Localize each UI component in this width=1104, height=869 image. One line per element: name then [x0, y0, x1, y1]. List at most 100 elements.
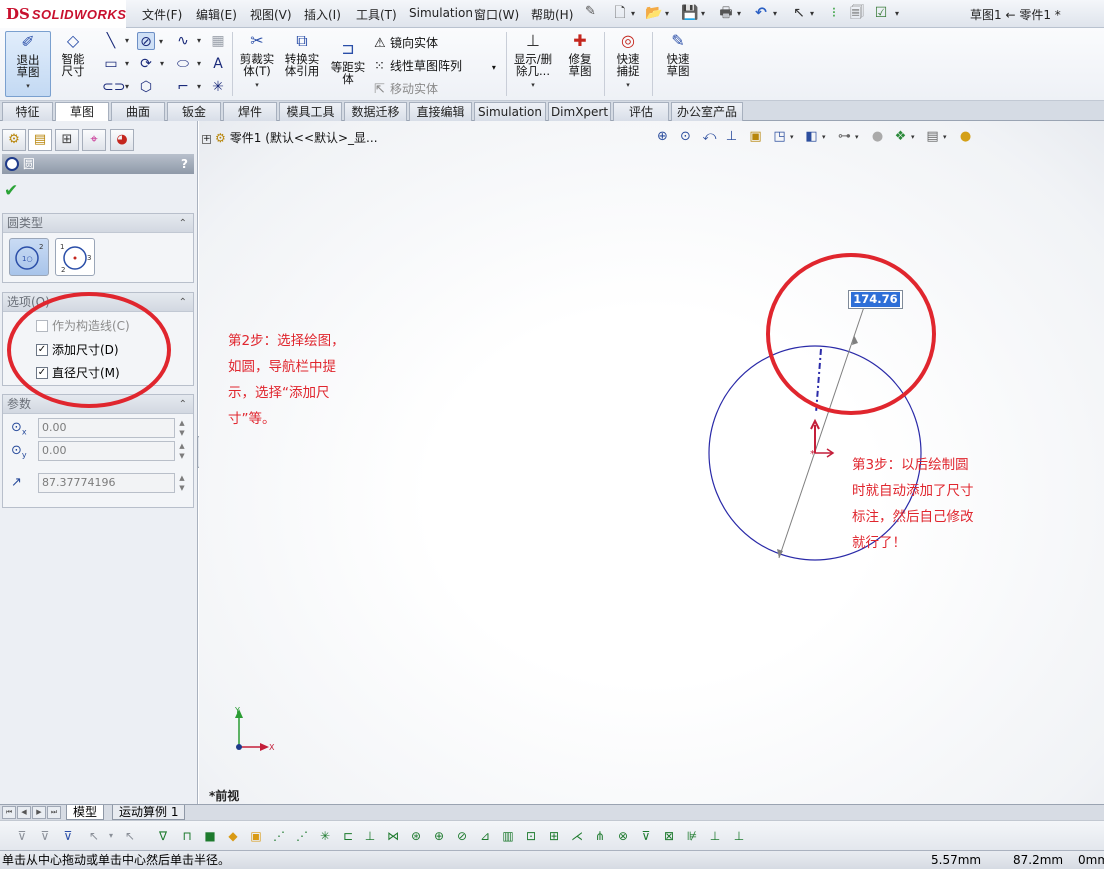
- filter-datum-feature-icon[interactable]: ⊡: [523, 827, 539, 845]
- open-folder-icon[interactable]: 📂: [645, 4, 663, 22]
- text-tool-icon[interactable]: A: [209, 55, 227, 73]
- tab-evaluate[interactable]: 评估: [613, 102, 669, 121]
- filter-planes-icon[interactable]: ⋰: [294, 827, 310, 845]
- mirror-entities-button[interactable]: ⚠ 镜向实体: [374, 34, 438, 51]
- tab-surfaces[interactable]: 曲面: [111, 102, 165, 121]
- polygon-tool-icon[interactable]: ⬡: [137, 78, 155, 96]
- menu-view[interactable]: 视图(V): [250, 6, 292, 23]
- tab-motion-study[interactable]: 运动算例 1: [112, 805, 186, 820]
- smart-dimension-button[interactable]: ◇ 智能尺寸: [54, 31, 92, 77]
- filter-routing-points-icon[interactable]: ⊯: [684, 827, 700, 845]
- filter-off-icon[interactable]: ⊽: [37, 827, 53, 845]
- menu-edit[interactable]: 编辑(E): [196, 6, 237, 23]
- circle-type-group-header[interactable]: 圆类型 ⌃: [3, 214, 193, 233]
- select-cursor-icon[interactable]: ↖: [86, 827, 102, 845]
- tab-sheet-metal[interactable]: 钣金: [167, 102, 221, 121]
- chevron-down-icon[interactable]: ▾: [631, 9, 635, 18]
- print-icon[interactable]: 🖶: [717, 4, 735, 22]
- file-properties-icon[interactable]: 🗐: [848, 4, 866, 22]
- filter-icon[interactable]: ⊽: [14, 827, 30, 845]
- dimension-value-box[interactable]: 174.76: [848, 290, 903, 309]
- filter-centerlines-icon[interactable]: ⊛: [408, 827, 424, 845]
- dimension-value[interactable]: 174.76: [851, 292, 900, 307]
- menu-file[interactable]: 文件(F): [142, 6, 182, 23]
- display-delete-relations-button[interactable]: ⊥ 显示/删除几... ▾: [510, 31, 556, 91]
- menu-tools[interactable]: 工具(T): [356, 6, 397, 23]
- filter-vertices-icon[interactable]: ∇: [155, 827, 171, 845]
- solidworks-logo[interactable]: DS SOLIDWORKS: [0, 0, 126, 28]
- tab-direct-editing[interactable]: 直接编辑: [409, 102, 472, 121]
- center-circle-button[interactable]: 1○ 2: [9, 238, 49, 276]
- perimeter-circle-button[interactable]: 1 3 2: [55, 238, 95, 276]
- filter-connection-points-icon[interactable]: ⊠: [661, 827, 677, 845]
- filter-midpoints-icon[interactable]: ⊥: [362, 827, 378, 845]
- chevron-down-icon[interactable]: ▾: [895, 9, 899, 18]
- spinner-icon[interactable]: ▲ ▼: [177, 418, 187, 438]
- center-point-icon[interactable]: *: [810, 449, 815, 460]
- filter-dowel-pins-icon[interactable]: ⊽: [638, 827, 654, 845]
- menu-simulation[interactable]: Simulation: [409, 6, 473, 20]
- ok-check-icon[interactable]: ✔: [4, 181, 18, 201]
- next-tab-arrow-icon[interactable]: ▶: [32, 806, 46, 819]
- rebuild-traffic-light-icon[interactable]: ⁝: [825, 4, 843, 22]
- tab-office-products[interactable]: 办公室产品: [671, 102, 743, 121]
- chevron-down-icon[interactable]: ▾: [701, 9, 705, 18]
- chevron-down-icon[interactable]: ▾: [665, 9, 669, 18]
- filter-solid-bodies-icon[interactable]: ▣: [248, 827, 264, 845]
- filter-faces-icon[interactable]: ■: [202, 827, 218, 845]
- first-tab-arrow-icon[interactable]: ⏮: [2, 806, 16, 819]
- graphics-area[interactable]: + ⚙ 零件1 (默认<<默认>_显... ⊕ ⊙ ⤺ ⊥ ▣ ◳ ▾ ◧ ▾ ⊶ …: [199, 121, 1104, 804]
- feature-manager-tab-icon[interactable]: ⚙: [2, 129, 26, 151]
- filter-sketch-segments-icon[interactable]: ⊏: [340, 827, 356, 845]
- select-cursor-icon[interactable]: ↖: [790, 4, 808, 22]
- spinner-icon[interactable]: ▲ ▼: [177, 473, 187, 493]
- quick-snaps-button[interactable]: ◎ 快速捕捉 ▾: [608, 31, 648, 91]
- grid-icon[interactable]: ▦: [209, 32, 227, 50]
- fillet-tool-icon[interactable]: ⌐: [174, 78, 201, 96]
- save-icon[interactable]: 💾: [681, 4, 699, 22]
- dimxpert-manager-tab-icon[interactable]: ⌖: [82, 129, 106, 151]
- clear-filters-icon[interactable]: ⊽: [60, 827, 76, 845]
- rectangle-tool-icon[interactable]: ▭: [102, 55, 129, 73]
- last-tab-arrow-icon[interactable]: ⏭: [47, 806, 61, 819]
- tab-sketch[interactable]: 草图: [55, 102, 109, 122]
- select-all-filters-icon[interactable]: ↖: [122, 827, 138, 845]
- chevron-down-icon[interactable]: ▾: [103, 827, 119, 845]
- display-manager-tab-icon[interactable]: ◕: [110, 129, 134, 151]
- filter-blocks-icon[interactable]: ⊗: [615, 827, 631, 845]
- menu-window[interactable]: 窗口(W): [474, 6, 519, 23]
- filter-spot-welds-icon[interactable]: ⊥: [707, 827, 723, 845]
- configuration-manager-tab-icon[interactable]: ⊞: [55, 129, 79, 151]
- chevron-down-icon[interactable]: ▾: [810, 9, 814, 18]
- filter-notes-icon[interactable]: ▥: [500, 827, 516, 845]
- filter-axes-icon[interactable]: ⋰: [271, 827, 287, 845]
- convert-entities-button[interactable]: ⧉ 转换实体引用: [281, 31, 323, 77]
- radius-input[interactable]: 87.37774196: [38, 473, 175, 493]
- line-tool-icon[interactable]: ╲: [102, 32, 129, 50]
- repair-sketch-button[interactable]: ✚ 修复草图: [560, 31, 600, 77]
- filter-mesh-icon[interactable]: ⊥: [731, 827, 747, 845]
- chevron-down-icon[interactable]: ▾: [773, 9, 777, 18]
- rapid-sketch-button[interactable]: ✎ 快速草图: [656, 31, 700, 77]
- filter-surface-bodies-icon[interactable]: ◆: [225, 827, 241, 845]
- filter-weld-symbols-icon[interactable]: ⊞: [546, 827, 562, 845]
- arc-tool-icon[interactable]: ⟳: [137, 55, 164, 73]
- tab-mold-tools[interactable]: 模具工具: [279, 102, 342, 121]
- tab-weldments[interactable]: 焊件: [223, 102, 277, 121]
- chevron-down-icon[interactable]: ▾: [737, 9, 741, 18]
- tab-features[interactable]: 特征: [2, 102, 53, 121]
- center-x-input[interactable]: 0.00: [38, 418, 175, 438]
- move-entities-button[interactable]: ⇱ 移动实体: [374, 80, 438, 97]
- tab-data-migration[interactable]: 数据迁移: [344, 102, 407, 121]
- tab-model[interactable]: 模型: [66, 805, 105, 820]
- trim-entities-button[interactable]: ✂ 剪裁实体(T) ▾: [236, 31, 278, 91]
- help-icon[interactable]: ?: [181, 154, 188, 174]
- slot-tool-icon[interactable]: ⊂⊃: [102, 78, 129, 96]
- center-y-input[interactable]: 0.00: [38, 441, 175, 461]
- exit-sketch-button[interactable]: ✐ 退出草图 ▾: [5, 31, 51, 97]
- point-tool-icon[interactable]: ✳: [209, 78, 227, 96]
- filter-sketch-points-icon[interactable]: ✳: [317, 827, 333, 845]
- undo-icon[interactable]: ↶: [752, 4, 770, 22]
- filter-datum-targets-icon[interactable]: ⋌: [569, 827, 585, 845]
- property-manager-tab-icon[interactable]: ▤: [28, 129, 52, 151]
